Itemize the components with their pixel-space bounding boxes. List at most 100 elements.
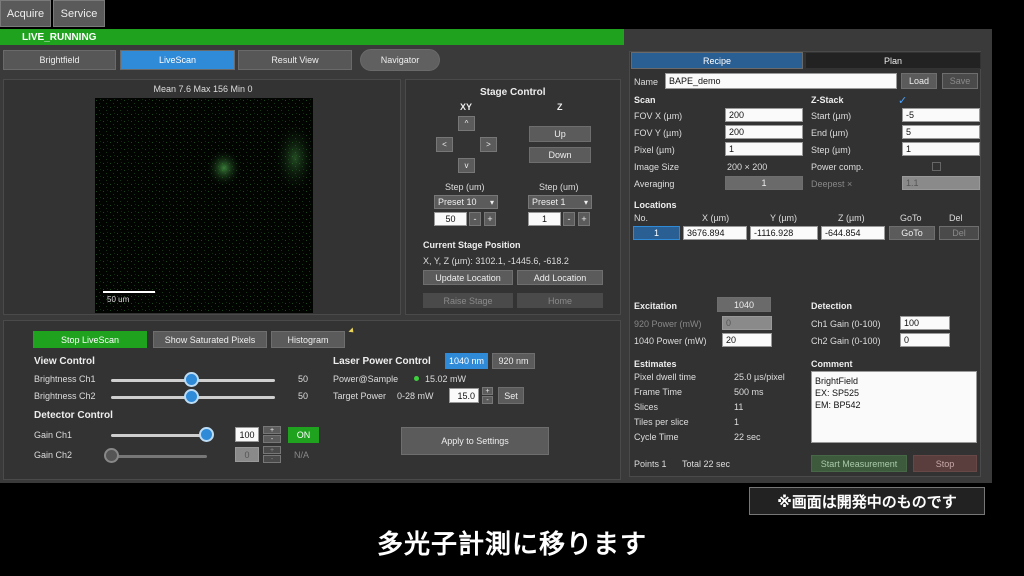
loc-row-del-button[interactable]: Del	[939, 226, 979, 240]
detection-title: Detection	[811, 301, 853, 311]
set-power-button[interactable]: Set	[498, 387, 524, 404]
target-power-input[interactable]: 15.0	[449, 388, 479, 403]
apply-to-settings-button[interactable]: Apply to Settings	[401, 427, 549, 455]
update-location-button[interactable]: Update Location	[423, 270, 513, 285]
move-down-button[interactable]: v	[458, 158, 475, 173]
total-time: Total 22 sec	[682, 459, 731, 469]
gain-ch1-minus-button[interactable]: -	[263, 435, 281, 443]
image-stats: Mean 7.6 Max 156 Min 0	[153, 84, 253, 94]
gain-ch2-slider[interactable]	[111, 455, 207, 458]
histogram-button[interactable]: Histogram	[271, 331, 345, 348]
loc-row-goto-button[interactable]: GoTo	[889, 226, 935, 240]
p1040-input[interactable]: 20	[722, 333, 772, 347]
loc-row-x[interactable]: 3676.894	[683, 226, 747, 240]
show-saturated-pixels-button[interactable]: Show Saturated Pixels	[153, 331, 267, 348]
loc-row-number[interactable]: 1	[633, 226, 680, 240]
pixel-input[interactable]: 1	[725, 142, 803, 156]
scale-bar-label: 50 um	[107, 295, 130, 304]
zstack-step-input[interactable]: 1	[902, 142, 980, 156]
excitation-select[interactable]: 1040	[717, 297, 771, 312]
raise-stage-button[interactable]: Raise Stage	[423, 293, 513, 308]
fov-x-input[interactable]: 200	[725, 108, 803, 122]
gain-ch1-toggle[interactable]: ON	[288, 427, 319, 443]
target-power-minus-button[interactable]: -	[482, 396, 493, 404]
save-button[interactable]: Save	[942, 73, 978, 89]
step-z-plus-button[interactable]: +	[578, 212, 590, 226]
move-left-button[interactable]: <	[436, 137, 453, 152]
tab-brightfield[interactable]: Brightfield	[3, 50, 116, 70]
zstack-start-input[interactable]: -5	[902, 108, 980, 122]
start-label: Start (µm)	[811, 111, 852, 121]
brightness-ch1-slider-handle[interactable]	[184, 372, 199, 387]
brightness-ch2-value: 50	[298, 391, 309, 401]
step-xy-plus-button[interactable]: +	[484, 212, 496, 226]
loc-row-z[interactable]: -644.854	[821, 226, 885, 240]
fov-y-label: FOV Y (µm)	[634, 128, 682, 138]
deepest-label: Deepest ×	[811, 179, 853, 189]
z-up-button[interactable]: Up	[529, 126, 591, 142]
brightness-ch2-slider-handle[interactable]	[184, 389, 199, 404]
fov-y-input[interactable]: 200	[725, 125, 803, 139]
recipe-name-input[interactable]: BAPE_demo	[665, 73, 897, 89]
tab-result-view[interactable]: Result View	[238, 50, 352, 70]
ch1-gain-label: Ch1 Gain (0-100)	[811, 319, 881, 329]
zstack-end-input[interactable]: 5	[902, 125, 980, 139]
service-menu-button[interactable]: Service	[53, 0, 105, 27]
comment-textarea[interactable]: BrightField EX: SP525 EM: BP542	[811, 371, 977, 443]
move-up-button[interactable]: ^	[458, 116, 475, 131]
power-comp-checkbox[interactable]	[932, 162, 941, 171]
target-power-plus-button[interactable]: +	[482, 387, 493, 395]
step-xy-minus-button[interactable]: -	[469, 212, 481, 226]
p920-input[interactable]: 0	[722, 316, 772, 330]
laser-power-control-title: Laser Power Control	[333, 356, 431, 367]
gain-ch1-slider-handle[interactable]	[199, 427, 214, 442]
livescan-image[interactable]: 50 um	[95, 98, 315, 313]
acquire-menu-button[interactable]: Acquire	[0, 0, 51, 27]
step-z-input[interactable]: 1	[528, 212, 561, 226]
loc-header-goto: GoTo	[900, 213, 922, 223]
est-frame-value: 500 ms	[734, 387, 764, 397]
tab-navigator[interactable]: Navigator	[360, 49, 440, 71]
step-xy-input[interactable]: 50	[434, 212, 467, 226]
stop-livescan-button[interactable]: Stop LiveScan	[33, 331, 147, 348]
current-position-value: X, Y, Z (µm): 3102.1, -1445.6, -618.2	[423, 256, 569, 266]
gain-ch2-minus-button[interactable]: -	[263, 455, 281, 463]
step-xy-label: Step (um)	[445, 182, 485, 192]
averaging-select[interactable]: 1	[725, 176, 803, 190]
loc-row-y[interactable]: -1116.928	[750, 226, 818, 240]
z-down-button[interactable]: Down	[529, 147, 591, 163]
est-slices-value: 11	[734, 402, 744, 412]
load-button[interactable]: Load	[901, 73, 937, 89]
control-panel: Stop LiveScan Show Saturated Pixels Hist…	[3, 320, 621, 480]
preset-xy-dropdown[interactable]: Preset 10	[434, 195, 498, 209]
gain-ch2-label: Gain Ch2	[34, 450, 73, 460]
add-location-button[interactable]: Add Location	[517, 270, 603, 285]
averaging-label: Averaging	[634, 179, 675, 189]
wavelength-920-button[interactable]: 920 nm	[492, 353, 535, 369]
gain-ch1-slider[interactable]	[111, 434, 207, 437]
tab-livescan[interactable]: LiveScan	[120, 50, 235, 70]
gain-ch2-slider-handle[interactable]	[104, 448, 119, 463]
home-button[interactable]: Home	[517, 293, 603, 308]
gain-ch1-input[interactable]: 100	[235, 427, 259, 442]
est-dwell-value: 25.0 µs/pixel	[734, 372, 785, 382]
step-z-minus-button[interactable]: -	[563, 212, 575, 226]
ch2-gain-label: Ch2 Gain (0-100)	[811, 336, 881, 346]
tab-plan[interactable]: Plan	[805, 52, 981, 69]
gain-ch2-plus-button[interactable]: +	[263, 446, 281, 454]
ch1-gain-input[interactable]: 100	[900, 316, 950, 330]
gain-ch2-input[interactable]: 0	[235, 447, 259, 462]
preset-z-dropdown[interactable]: Preset 1	[528, 195, 592, 209]
estimates-title: Estimates	[634, 359, 677, 369]
stop-button[interactable]: Stop	[913, 455, 977, 472]
gain-ch1-plus-button[interactable]: +	[263, 426, 281, 434]
ch2-gain-input[interactable]: 0	[900, 333, 950, 347]
start-measurement-button[interactable]: Start Measurement	[811, 455, 907, 472]
zstack-checkbox[interactable]: ✓	[898, 94, 907, 107]
tab-recipe[interactable]: Recipe	[631, 52, 803, 69]
gain-ch1-label: Gain Ch1	[34, 430, 73, 440]
table-row[interactable]: 1 3676.894 -1116.928 -644.854 GoTo Del	[633, 225, 981, 241]
move-right-button[interactable]: >	[480, 137, 497, 152]
wavelength-1040-button[interactable]: 1040 nm	[445, 353, 488, 369]
deepest-input[interactable]: 1.1	[902, 176, 980, 190]
